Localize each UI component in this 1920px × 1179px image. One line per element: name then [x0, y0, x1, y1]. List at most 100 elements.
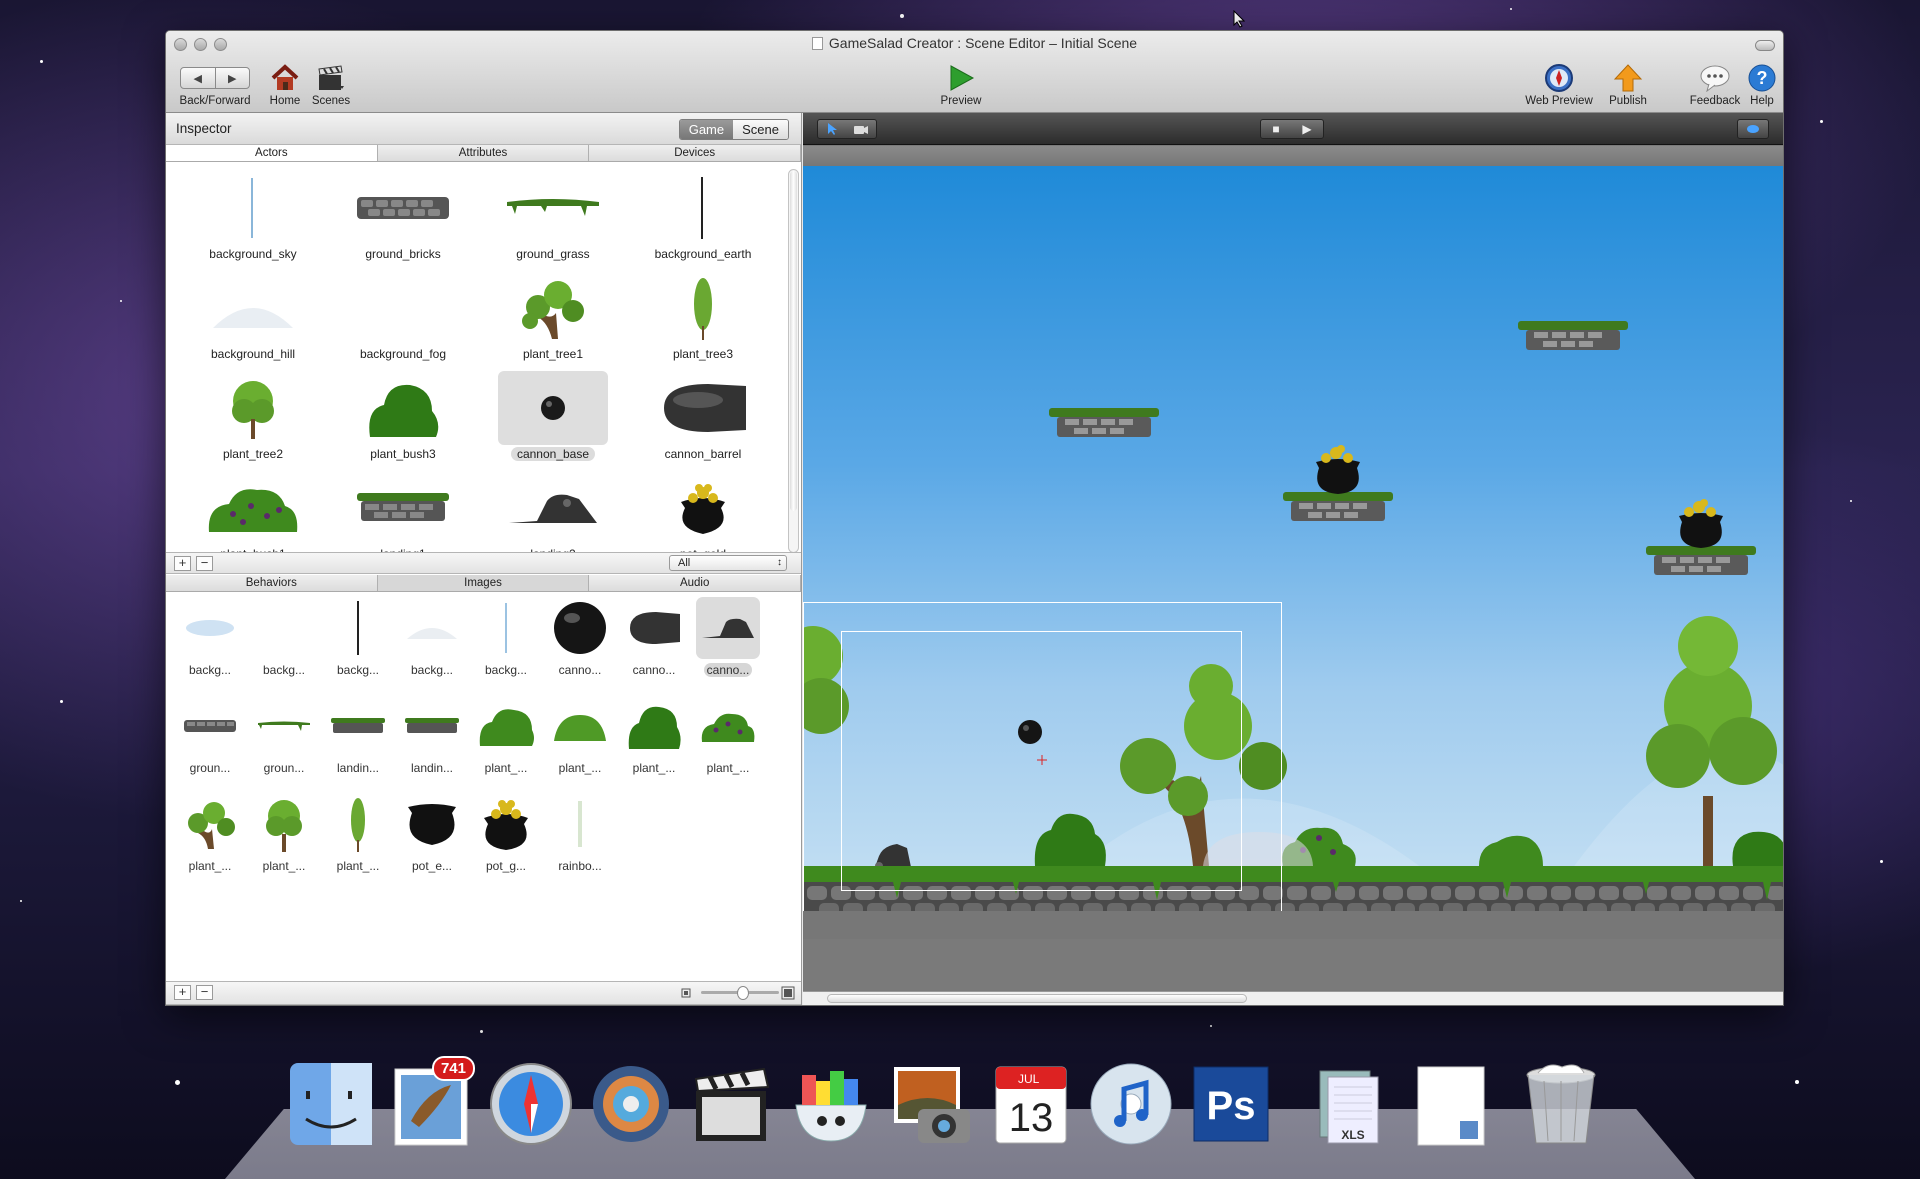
title-bar: GameSalad Creator : Scene Editor – Initi…	[166, 31, 1783, 113]
actor-item[interactable]: plant_tree1	[478, 271, 628, 371]
final-cut-dock-item[interactable]	[685, 1058, 777, 1150]
web-preview-button[interactable]: Web Preview	[1519, 63, 1599, 107]
image-item[interactable]: plant_...	[321, 793, 395, 873]
help-button[interactable]: ? Help	[1744, 63, 1780, 107]
large-thumbnail-icon	[781, 986, 795, 1000]
actor-item[interactable]: background_fog	[328, 271, 478, 371]
preview-button[interactable]: Preview	[936, 63, 986, 107]
image-item[interactable]: backg...	[321, 597, 395, 677]
image-item[interactable]: plant_...	[247, 793, 321, 873]
forward-button[interactable]: ▶	[214, 68, 250, 88]
image-item[interactable]: canno...	[543, 597, 617, 677]
iphoto-dock-item[interactable]	[885, 1058, 977, 1150]
image-item[interactable]: pot_g...	[469, 793, 543, 873]
pot-of-gold	[1679, 499, 1723, 548]
image-item[interactable]: backg...	[173, 597, 247, 677]
safari-dock-item[interactable]	[485, 1058, 577, 1150]
scene-mode-button[interactable]: Scene	[733, 120, 788, 139]
tab-attributes[interactable]: Attributes	[378, 145, 590, 161]
photoshop-icon: Ps	[1193, 1066, 1269, 1142]
documents-stack-dock-item[interactable]	[1405, 1058, 1497, 1150]
speech-bubble-icon	[1700, 65, 1730, 92]
camera-tool-icon[interactable]	[853, 123, 869, 135]
play-icon[interactable]: ▶	[1302, 122, 1311, 136]
scene-view-options-button[interactable]	[1737, 119, 1769, 139]
scene-horizontal-scrollbar[interactable]	[803, 991, 1783, 1005]
image-item[interactable]: landin...	[321, 695, 395, 775]
photoshop-dock-item[interactable]: Ps	[1185, 1058, 1277, 1150]
calendar-day: 13	[1009, 1096, 1054, 1140]
stop-icon[interactable]: ■	[1272, 122, 1279, 136]
scenes-button[interactable]: Scenes	[309, 63, 353, 107]
ical-dock-item[interactable]: JUL 13	[985, 1058, 1077, 1150]
publish-label: Publish	[1609, 95, 1647, 107]
remove-image-button[interactable]: −	[196, 985, 213, 1000]
actor-label: background_fog	[359, 347, 447, 361]
actor-item[interactable]: background_earth	[628, 171, 778, 271]
playback-controls: ■ ▶	[1260, 119, 1324, 139]
finder-dock-item[interactable]	[285, 1058, 377, 1150]
game-mode-button[interactable]: Game	[679, 120, 734, 139]
actor-item[interactable]: ground_grass	[478, 171, 628, 271]
feedback-button[interactable]: Feedback	[1686, 63, 1744, 107]
image-item[interactable]: plant_...	[617, 695, 691, 775]
image-label: plant_...	[706, 761, 750, 775]
actor-list-scrollbar[interactable]	[788, 169, 799, 553]
image-item[interactable]: plant_...	[691, 695, 765, 775]
home-button[interactable]: Home	[263, 63, 307, 107]
thumbnail-size-slider[interactable]	[701, 986, 779, 1000]
image-item[interactable]: plant_...	[543, 695, 617, 775]
gamesalad-dock-item[interactable]	[785, 1058, 877, 1150]
tab-devices[interactable]: Devices	[589, 145, 802, 161]
image-item[interactable]: backg...	[469, 597, 543, 677]
mail-dock-item[interactable]: 741	[385, 1056, 477, 1150]
scene-canvas[interactable]	[803, 166, 1783, 911]
camera-photo-icon	[894, 1067, 970, 1143]
itunes-dock-item[interactable]	[1085, 1058, 1177, 1150]
preview-label: Preview	[940, 95, 982, 107]
toolbar-toggle-button[interactable]	[1755, 40, 1775, 51]
image-item[interactable]: rainbo...	[543, 793, 617, 873]
image-label: backg...	[410, 663, 454, 677]
inspector-panel: Inspector Game Scene Actors Attributes D…	[166, 113, 802, 1005]
actor-item[interactable]: cannon_barrel	[628, 371, 778, 471]
actor-item[interactable]: cannon_base	[478, 371, 628, 471]
image-label: backg...	[336, 663, 380, 677]
actor-item[interactable]: plant_tree2	[178, 371, 328, 471]
xls-stack-dock-item[interactable]: XLS	[1305, 1058, 1397, 1150]
compass-icon	[1545, 64, 1573, 92]
image-item[interactable]: backg...	[247, 597, 321, 677]
floating-platform	[1646, 546, 1756, 575]
image-item[interactable]: groun...	[173, 695, 247, 775]
actor-item[interactable]: plant_bush3	[328, 371, 478, 471]
image-item[interactable]: groun...	[247, 695, 321, 775]
window-title: GameSalad Creator : Scene Editor – Initi…	[166, 35, 1783, 51]
image-item[interactable]: canno...	[617, 597, 691, 677]
image-item[interactable]: pot_e...	[395, 793, 469, 873]
add-image-button[interactable]: +	[174, 985, 191, 1000]
image-item[interactable]: backg...	[395, 597, 469, 677]
image-item[interactable]: canno...	[691, 597, 765, 679]
image-label: canno...	[558, 663, 602, 677]
aperture-icon	[593, 1066, 669, 1142]
publish-button[interactable]: Publish	[1603, 63, 1653, 107]
document-stack-icon	[1417, 1066, 1485, 1146]
image-item[interactable]: plant_...	[469, 695, 543, 775]
arrow-tool-icon[interactable]	[826, 122, 838, 136]
actor-item[interactable]: ground_bricks	[328, 171, 478, 271]
calendar-icon: JUL 13	[995, 1066, 1067, 1144]
trash-dock-item[interactable]	[1515, 1058, 1607, 1150]
actor-item[interactable]: background_hill	[178, 271, 328, 371]
floating-platform	[1049, 408, 1159, 437]
itunes-cd-icon	[1090, 1063, 1172, 1145]
scroll-knob[interactable]	[827, 994, 1247, 1003]
back-button[interactable]: ◀	[181, 68, 215, 88]
actor-item[interactable]: background_sky	[178, 171, 328, 271]
aperture-dock-item[interactable]	[585, 1058, 677, 1150]
image-item[interactable]: plant_...	[173, 793, 247, 873]
actor-label: plant_tree1	[522, 347, 584, 361]
actor-label: background_earth	[654, 247, 752, 261]
actor-item[interactable]: plant_tree3	[628, 271, 778, 371]
image-item[interactable]: landin...	[395, 695, 469, 775]
tab-actors[interactable]: Actors	[166, 145, 378, 161]
